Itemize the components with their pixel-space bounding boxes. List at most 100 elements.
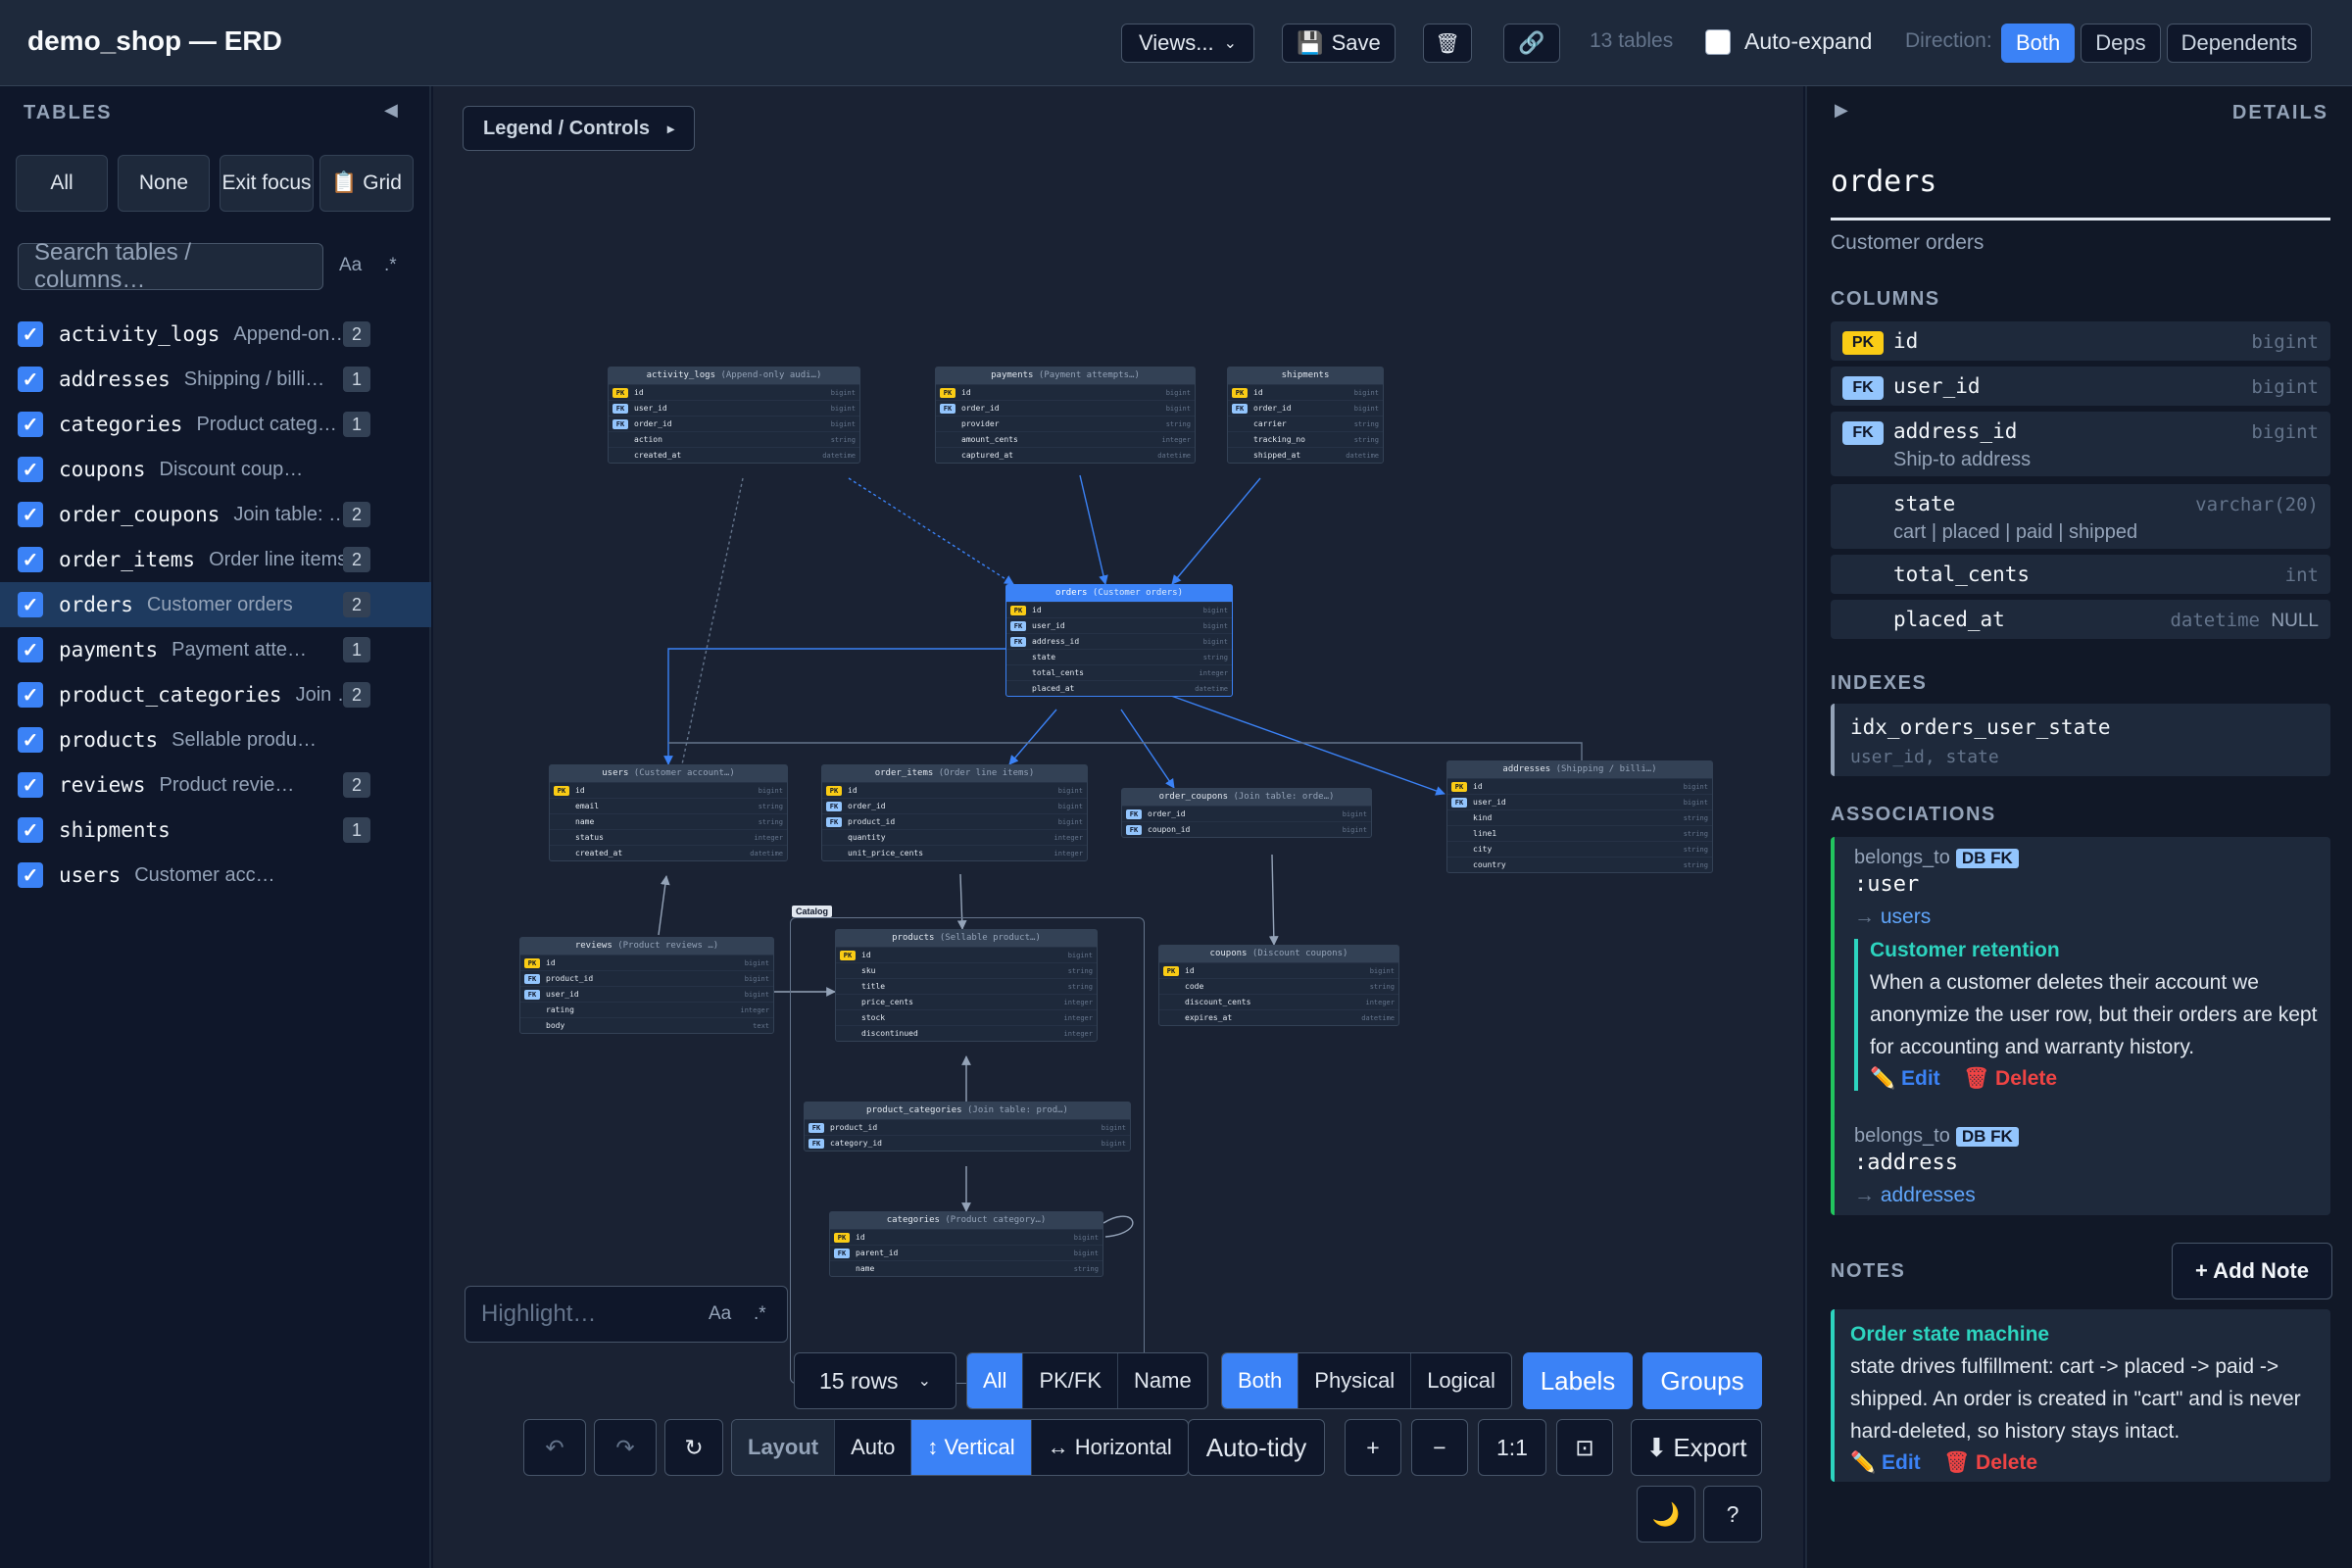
search-case-toggle[interactable]: Aa (339, 255, 362, 276)
entity-product-categories[interactable]: product_categories (Join table: prod…) FK… (804, 1102, 1131, 1152)
model-logical[interactable]: Logical (1411, 1353, 1511, 1408)
select-all-button[interactable]: All (16, 155, 108, 212)
entity-coupons[interactable]: coupons (Discount coupons) PK id bigint code… (1158, 945, 1399, 1026)
filter-pkfk[interactable]: PK/FK (1023, 1353, 1119, 1408)
views-dropdown[interactable]: Views... ⌄ (1121, 24, 1254, 63)
direction-deps[interactable]: Deps (2081, 24, 2161, 63)
zoom-out-button[interactable]: − (1411, 1419, 1468, 1476)
exit-focus-button[interactable]: Exit focus (220, 155, 314, 212)
table-list-item[interactable]: ✓ addresses Shipping / billi… 1 (0, 357, 431, 402)
highlight-input[interactable]: Highlight… Aa .* (465, 1286, 788, 1343)
fit-view-button[interactable]: ⊡ (1556, 1419, 1613, 1476)
index-item[interactable]: idx_orders_user_state user_id, state (1831, 704, 2330, 776)
collapse-left-icon[interactable]: ◀ (384, 100, 398, 121)
entity-desc: (Append-only audi…) (720, 370, 822, 380)
grid-button[interactable]: 📋 Grid (319, 155, 414, 212)
highlight-regex-toggle[interactable]: .* (754, 1303, 766, 1325)
export-button[interactable]: ⬇ Export (1631, 1419, 1762, 1476)
highlight-case-toggle[interactable]: Aa (709, 1303, 731, 1325)
association-target-link[interactable]: addresses (1881, 1184, 1976, 1206)
entity-categories[interactable]: categories (Product category…) PK id bigint… (829, 1211, 1103, 1277)
entity-users[interactable]: users (Customer account…) PK id bigint email… (549, 764, 788, 861)
delete-note-button[interactable]: 🗑 Delete (1964, 1067, 2058, 1090)
add-note-button[interactable]: + Add Note (2172, 1243, 2332, 1299)
groups-toggle[interactable]: Groups (1642, 1352, 1762, 1409)
rows-select[interactable]: 15 rows ⌄ (794, 1352, 956, 1409)
column-row-state[interactable]: state varchar(20) cart | placed | paid | s… (1831, 484, 2330, 549)
save-button[interactable]: 💾 Save (1282, 24, 1396, 63)
erd-canvas[interactable]: Legend / Controls ▸ Catalog activity_log… (433, 86, 1803, 1568)
table-list-item[interactable]: ✓ users Customer account… (0, 853, 431, 898)
checkbox-checked-icon[interactable]: ✓ (18, 772, 43, 798)
entity-shipments[interactable]: shipments PK id bigint FK order_id bigint carr… (1227, 367, 1384, 464)
table-list-item[interactable]: ✓ product_categories Join … 2 (0, 672, 431, 717)
column-row-placed-at[interactable]: placed_at datetime NULL (1831, 600, 2330, 639)
labels-toggle[interactable]: Labels (1523, 1352, 1633, 1409)
table-list-item[interactable]: ✓ categories Product categ… 1 (0, 402, 431, 447)
search-regex-toggle[interactable]: .* (384, 255, 397, 276)
redo-button[interactable]: ↷ (594, 1419, 657, 1476)
theme-toggle[interactable]: 🌙 (1637, 1486, 1695, 1543)
model-both[interactable]: Both (1222, 1353, 1299, 1408)
layout-horizontal[interactable]: ↔ Horizontal (1032, 1420, 1188, 1475)
undo-button[interactable]: ↶ (523, 1419, 586, 1476)
zoom-in-button[interactable]: + (1345, 1419, 1401, 1476)
direction-dependents[interactable]: Dependents (2166, 24, 2313, 63)
entity-reviews[interactable]: reviews (Product reviews …) PK id bigint FK p… (519, 937, 774, 1034)
zoom-reset-button[interactable]: 1:1 (1478, 1419, 1546, 1476)
note-card[interactable]: Order state machine state drives fulfill… (1831, 1309, 2330, 1482)
table-list-item[interactable]: ✓ reviews Product reviews … 2 (0, 762, 431, 808)
table-list-item[interactable]: ✓ payments Payment attempt… 1 (0, 627, 431, 672)
entity-payments[interactable]: payments (Payment attempts…) PK id bigint FK… (935, 367, 1196, 464)
edit-note-button[interactable]: ✏️ Edit (1870, 1067, 1940, 1090)
checkbox-checked-icon[interactable]: ✓ (18, 817, 43, 843)
column-row-address-id[interactable]: FK address_id bigint Ship-to address (1831, 412, 2330, 476)
entity-orders[interactable]: orders (Customer orders) PK id bigint FK user… (1005, 584, 1233, 697)
entity-order-coupons[interactable]: order_coupons (Join table: orde…) FK order… (1121, 788, 1372, 838)
table-list-item[interactable]: ✓ order_coupons Join table: … 2 (0, 492, 431, 537)
direction-both[interactable]: Both (2001, 24, 2076, 63)
entity-addresses[interactable]: addresses (Shipping / billi…) PK id bigint F… (1446, 760, 1713, 873)
filter-name[interactable]: Name (1118, 1353, 1207, 1408)
delete-view-button[interactable]: 🗑 (1423, 24, 1472, 63)
association-address[interactable]: belongs_to DB FK :address → addresses (1831, 1115, 2330, 1215)
checkbox-checked-icon[interactable]: ✓ (18, 502, 43, 527)
checkbox-checked-icon[interactable]: ✓ (18, 592, 43, 617)
checkbox-checked-icon[interactable]: ✓ (18, 637, 43, 662)
association-target-link[interactable]: users (1881, 906, 1931, 928)
checkbox-checked-icon[interactable]: ✓ (18, 727, 43, 753)
select-none-button[interactable]: None (118, 155, 210, 212)
help-button[interactable]: ? (1703, 1486, 1762, 1543)
column-row-total-cents[interactable]: total_cents int (1831, 555, 2330, 594)
layout-auto[interactable]: Auto (835, 1420, 912, 1475)
entity-activity-logs[interactable]: activity_logs (Append-only audi…) PK id big… (608, 367, 860, 464)
entity-products[interactable]: products (Sellable product…) PK id bigint sk… (835, 929, 1098, 1042)
auto-expand-checkbox[interactable] (1705, 29, 1731, 55)
layout-vertical[interactable]: ↕ Vertical (911, 1420, 1032, 1475)
checkbox-checked-icon[interactable]: ✓ (18, 412, 43, 437)
collapse-right-icon[interactable]: ▶ (1835, 100, 1848, 121)
table-list-item[interactable]: ✓ orders Customer orders 2 (0, 582, 431, 627)
share-link-button[interactable]: 🔗 (1503, 24, 1560, 63)
checkbox-checked-icon[interactable]: ✓ (18, 862, 43, 888)
column-row-user-id[interactable]: FK user_id bigint (1831, 367, 2330, 406)
reset-button[interactable]: ↻ (664, 1419, 723, 1476)
checkbox-checked-icon[interactable]: ✓ (18, 367, 43, 392)
edit-note-button[interactable]: ✏️ Edit (1850, 1451, 1921, 1474)
delete-note-button[interactable]: 🗑 Delete (1944, 1451, 2038, 1474)
checkbox-checked-icon[interactable]: ✓ (18, 547, 43, 572)
table-list-item[interactable]: ✓ shipments 1 (0, 808, 431, 853)
checkbox-checked-icon[interactable]: ✓ (18, 457, 43, 482)
filter-all[interactable]: All (967, 1353, 1024, 1408)
table-list-item[interactable]: ✓ products Sellable product… (0, 717, 431, 762)
entity-order-items[interactable]: order_items (Order line items) PK id bigint… (821, 764, 1088, 861)
checkbox-checked-icon[interactable]: ✓ (18, 321, 43, 347)
table-list-item[interactable]: ✓ activity_logs Append-on… 2 (0, 312, 431, 357)
auto-tidy-button[interactable]: Auto-tidy (1188, 1419, 1325, 1476)
checkbox-checked-icon[interactable]: ✓ (18, 682, 43, 708)
model-physical[interactable]: Physical (1298, 1353, 1412, 1408)
column-row-id[interactable]: PK id bigint (1831, 321, 2330, 361)
table-search-input[interactable]: Search tables / columns… (18, 239, 323, 293)
table-list-item[interactable]: ✓ coupons Discount coupons (0, 447, 431, 492)
table-list-item[interactable]: ✓ order_items Order line items 2 (0, 537, 431, 582)
